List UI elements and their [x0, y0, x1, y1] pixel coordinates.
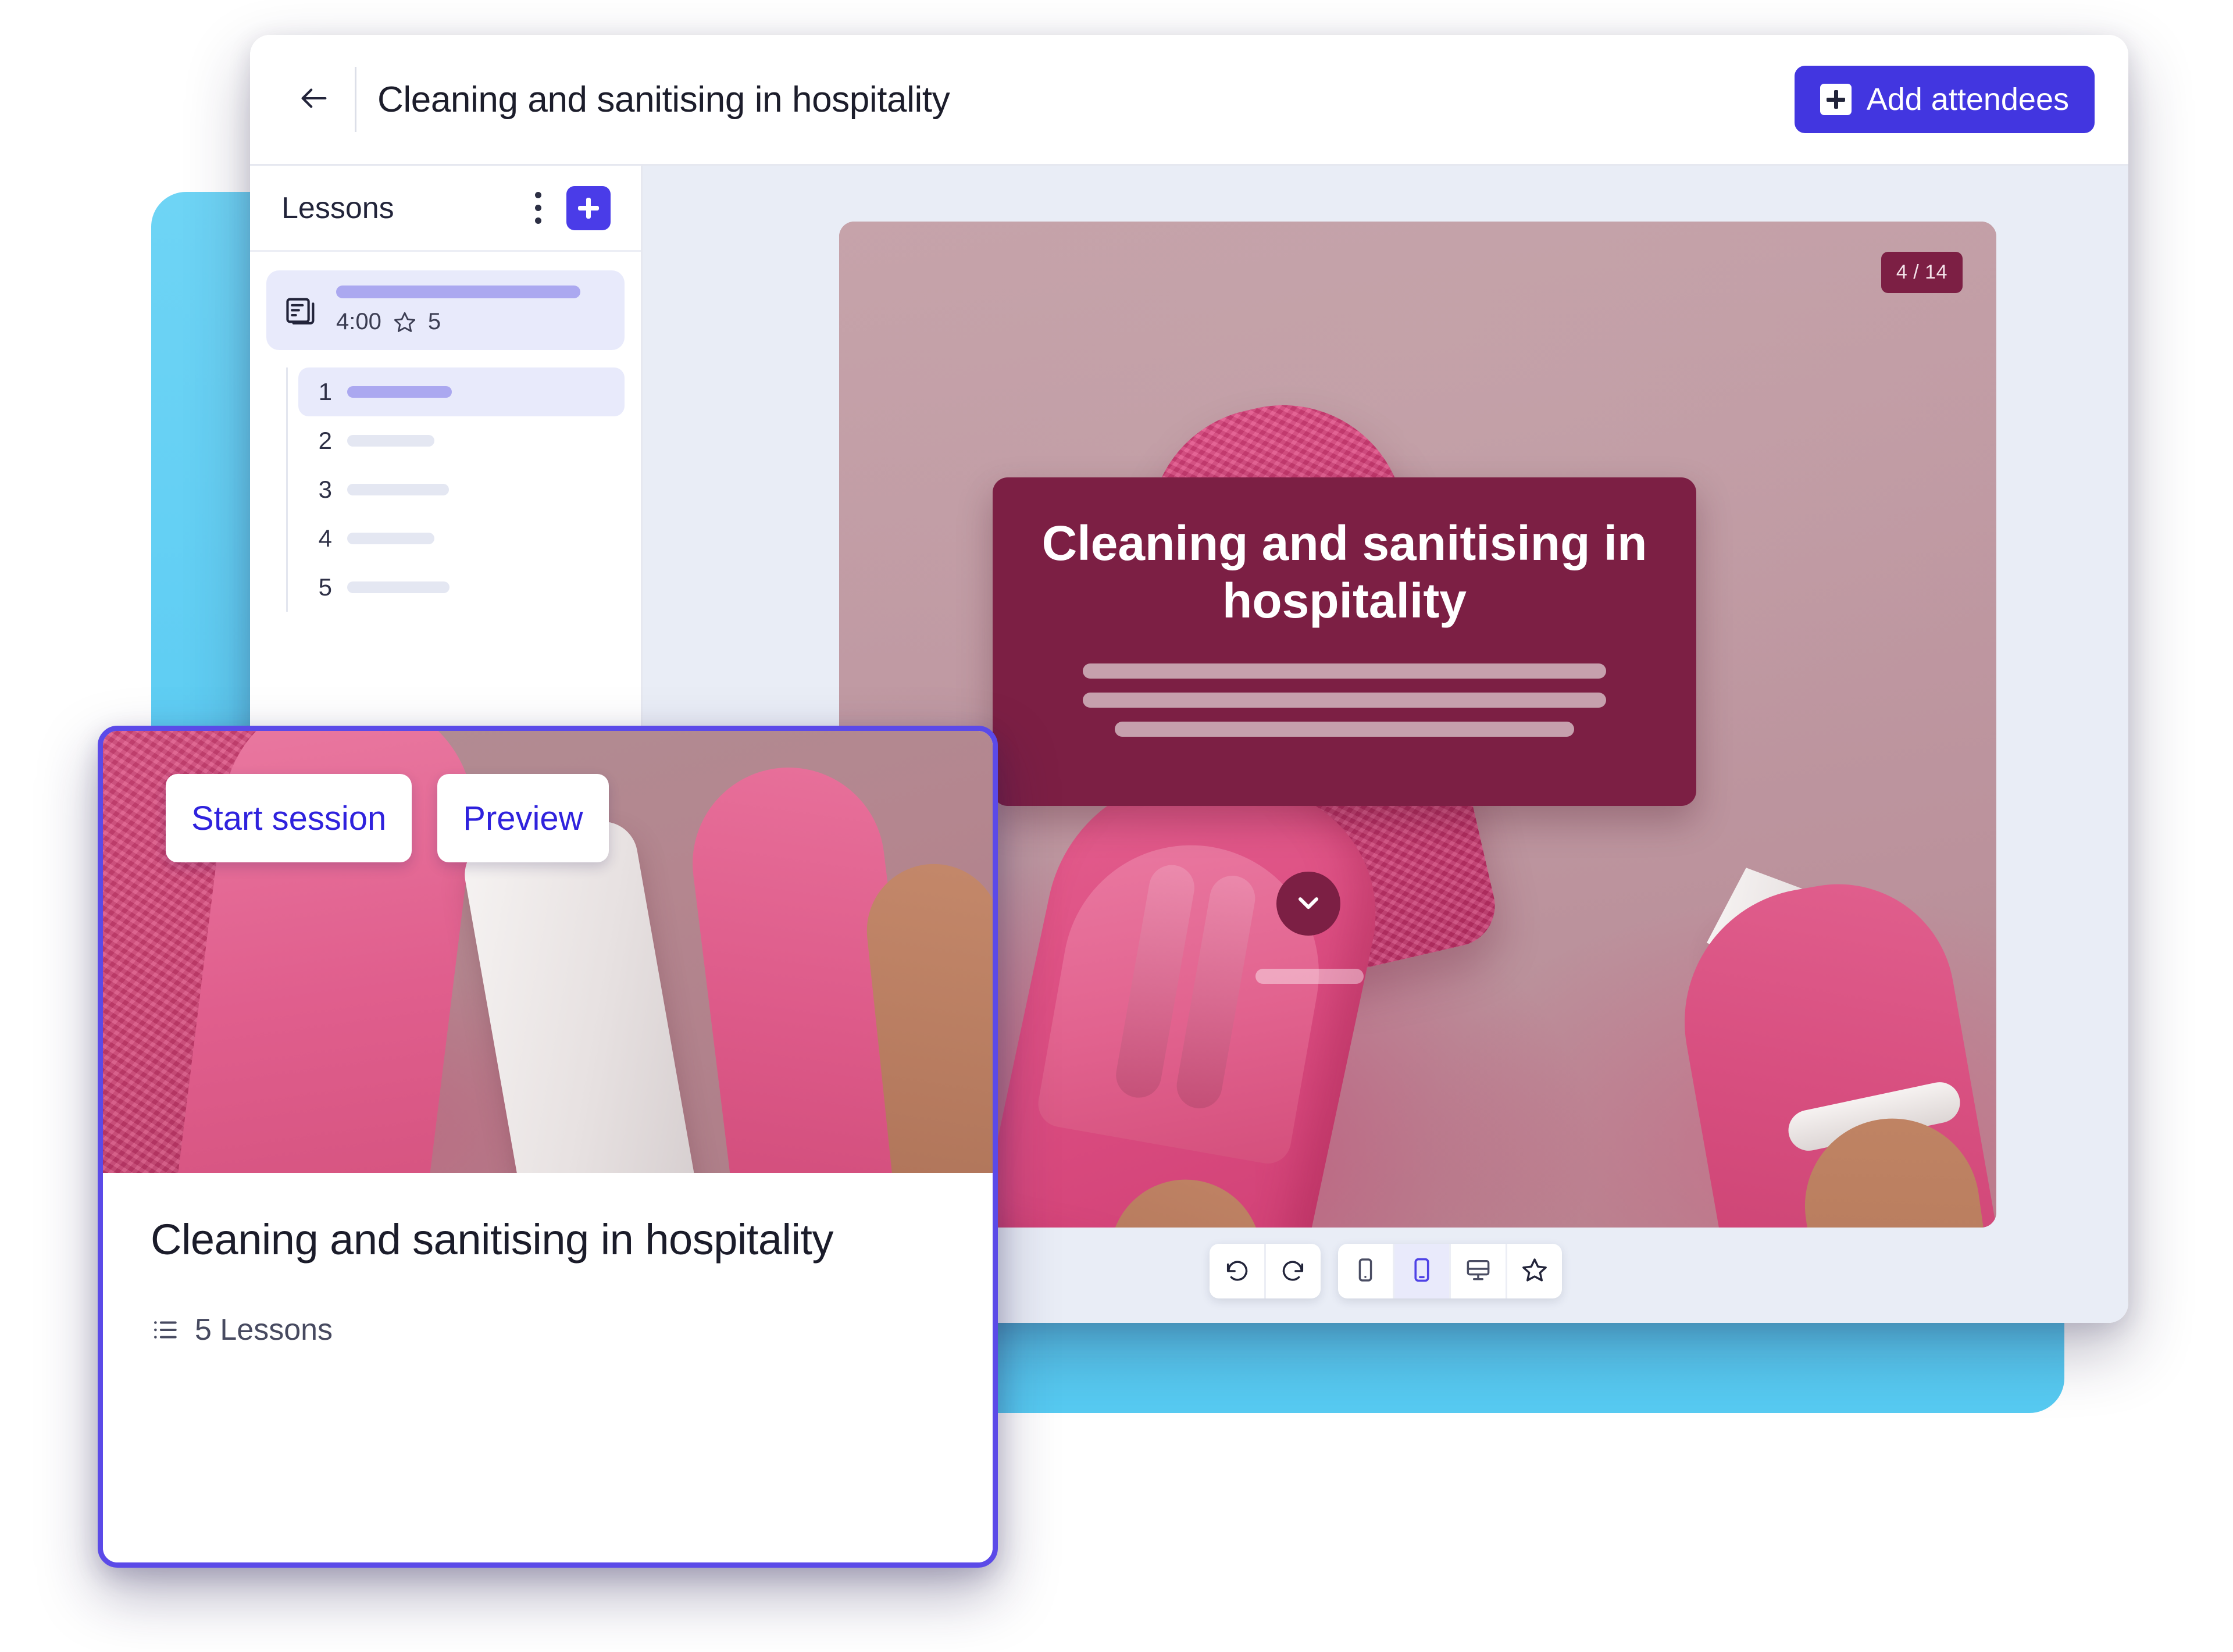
spray-bottle	[459, 816, 704, 1173]
arrow-left-icon	[297, 81, 331, 118]
lessons-list: 4:00 5 1 2 3 4 5	[250, 252, 641, 612]
lesson-card-body: 4:00 5	[336, 286, 607, 335]
slides-stack-icon	[284, 292, 320, 329]
editor-toolbar	[1209, 1244, 1562, 1298]
slide-body-line	[1115, 722, 1574, 737]
start-session-button[interactable]: Start session	[166, 774, 412, 862]
desktop-icon	[1465, 1257, 1492, 1286]
back-button[interactable]	[286, 72, 342, 127]
slide-title: Cleaning and sanitising in hospitality	[1041, 516, 1647, 629]
next-slide-button[interactable]	[1276, 872, 1340, 936]
lessons-count-label: 5 Lessons	[195, 1312, 333, 1347]
redo-icon	[1280, 1257, 1307, 1286]
lesson-sub-item-placeholder	[347, 581, 450, 593]
lesson-sub-item-placeholder	[347, 435, 434, 447]
lesson-star-count: 5	[427, 309, 441, 334]
lesson-sub-item-number: 4	[318, 524, 332, 552]
lesson-sub-item[interactable]: 2	[298, 416, 625, 465]
add-attendees-label: Add attendees	[1866, 82, 2069, 117]
lesson-meta: 4:00 5	[336, 309, 607, 335]
device-mobile-button[interactable]	[1338, 1244, 1394, 1298]
device-tablet-button[interactable]	[1394, 1244, 1451, 1298]
star-icon	[1521, 1257, 1548, 1286]
lesson-sub-item-placeholder	[347, 484, 449, 495]
list-icon	[151, 1315, 180, 1344]
lesson-sub-item[interactable]: 1	[298, 367, 625, 416]
lesson-sub-item-placeholder	[347, 386, 452, 398]
course-card-actions: Start session Preview	[166, 774, 609, 862]
lesson-sub-item[interactable]: 3	[298, 465, 625, 514]
course-card-info: Cleaning and sanitising in hospitality 5…	[103, 1173, 993, 1562]
add-lesson-button[interactable]	[566, 185, 611, 230]
undo-icon	[1223, 1257, 1250, 1286]
chevron-down-icon	[1292, 886, 1325, 922]
add-attendees-button[interactable]: Add attendees	[1794, 66, 2095, 133]
lesson-duration: 4:00	[336, 309, 381, 334]
slide-body-line	[1083, 663, 1606, 679]
slide-counter-badge: 4 / 14	[1881, 252, 1963, 293]
slide-progress-bar	[1255, 969, 1364, 984]
topbar-divider	[355, 67, 356, 132]
star-icon	[393, 311, 416, 334]
lesson-sub-item-number: 2	[318, 427, 332, 454]
course-lessons-count: 5 Lessons	[151, 1312, 945, 1347]
preview-button[interactable]: Preview	[437, 774, 609, 862]
course-card: Start session Preview Cleaning and sanit…	[98, 726, 998, 1568]
history-tool-group	[1209, 1244, 1321, 1298]
lesson-sub-list: 1 2 3 4 5	[286, 367, 625, 612]
tablet-icon	[1408, 1257, 1435, 1286]
slide-content-block[interactable]: Cleaning and sanitising in hospitality	[993, 477, 1696, 806]
slide-body-placeholders	[1033, 663, 1656, 737]
lesson-sub-item-number: 5	[318, 573, 332, 601]
page-title: Cleaning and sanitising in hospitality	[377, 79, 950, 120]
lesson-title-placeholder	[336, 286, 580, 298]
redo-button[interactable]	[1266, 1244, 1321, 1298]
undo-button[interactable]	[1210, 1244, 1266, 1298]
topbar: Cleaning and sanitising in hospitality A…	[250, 35, 2128, 164]
course-card-photo: Start session Preview	[103, 731, 993, 1173]
lesson-sub-item[interactable]: 5	[298, 563, 625, 612]
device-desktop-button[interactable]	[1451, 1244, 1507, 1298]
lesson-sub-item-number: 1	[318, 378, 332, 405]
lessons-sidebar-header: Lessons	[250, 166, 641, 252]
lesson-sub-item[interactable]: 4	[298, 514, 625, 563]
lessons-title: Lessons	[281, 191, 394, 225]
favorite-button[interactable]	[1507, 1244, 1562, 1298]
slide-body-line	[1083, 693, 1606, 708]
plus-square-icon	[1820, 84, 1852, 115]
course-title: Cleaning and sanitising in hospitality	[151, 1215, 833, 1264]
lesson-sub-item-placeholder	[347, 533, 434, 544]
lesson-card[interactable]: 4:00 5	[266, 270, 625, 350]
slide-stage[interactable]: 4 / 14 Cleaning and sanitising in hospit…	[839, 222, 1996, 1228]
device-tool-group	[1337, 1244, 1562, 1298]
mobile-icon	[1352, 1257, 1379, 1286]
more-vertical-icon[interactable]	[525, 186, 551, 230]
lesson-sub-item-number: 3	[318, 476, 332, 503]
